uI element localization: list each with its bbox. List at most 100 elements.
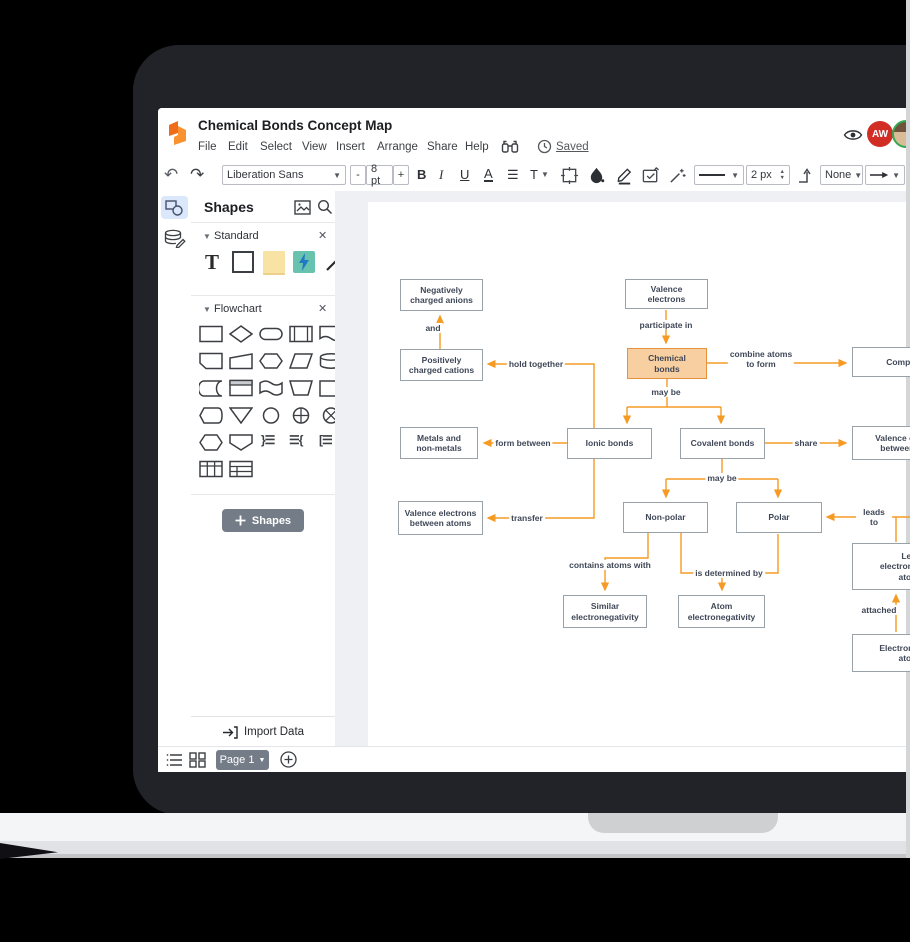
menu-edit[interactable]: Edit bbox=[228, 141, 248, 153]
search-shapes-icon[interactable] bbox=[317, 199, 333, 215]
section-standard[interactable]: ▼ Standard bbox=[203, 230, 259, 242]
node-valence-electrons[interactable]: Valence electrons bbox=[625, 279, 708, 309]
fc-paper-tape-shape[interactable] bbox=[259, 379, 283, 397]
add-page-icon[interactable] bbox=[280, 751, 297, 768]
fc-column-table-shape[interactable] bbox=[199, 460, 223, 478]
image-shapes-icon[interactable] bbox=[294, 200, 311, 215]
section-flowchart[interactable]: ▼ Flowchart bbox=[203, 303, 262, 315]
bold-button[interactable]: B bbox=[417, 167, 426, 182]
fc-terminator-shape[interactable] bbox=[259, 325, 283, 343]
line-end-select[interactable]: ▼ bbox=[865, 165, 905, 185]
font-family-select[interactable]: Liberation Sans ▼ bbox=[222, 165, 346, 185]
fc-internal-storage-shape[interactable] bbox=[229, 379, 253, 397]
node-non-polar[interactable]: Non-polar bbox=[623, 502, 708, 533]
fc-or-junction-shape[interactable] bbox=[289, 406, 313, 424]
node-covalent-bonds[interactable]: Covalent bonds bbox=[680, 428, 765, 459]
edge-label-contains-atoms-with[interactable]: contains atoms with bbox=[567, 560, 653, 570]
fc-off-page-connector-shape[interactable] bbox=[229, 433, 253, 451]
fc-connector-shape[interactable] bbox=[259, 406, 283, 424]
pages-grid-icon[interactable] bbox=[189, 752, 206, 768]
edge-label-leads-to[interactable]: leads to bbox=[856, 507, 892, 527]
node-chemical-bonds[interactable]: Chemical bonds bbox=[627, 348, 707, 379]
line-style-select[interactable]: ▼ bbox=[694, 165, 744, 185]
italic-button[interactable]: I bbox=[439, 167, 443, 183]
stepper-arrows-icon[interactable]: ▲▼ bbox=[780, 169, 785, 181]
presentation-eye-icon[interactable] bbox=[843, 128, 863, 142]
redo-icon[interactable]: ↷ bbox=[190, 166, 204, 183]
close-section-icon[interactable]: ✕ bbox=[318, 302, 327, 315]
fc-brace-right-note-shape[interactable]: }☰ bbox=[261, 433, 274, 447]
line-shape-icon[interactable] bbox=[797, 166, 815, 185]
node-positively-charged-cations[interactable]: Positively charged cations bbox=[400, 349, 483, 381]
menu-share[interactable]: Share bbox=[427, 141, 458, 153]
outline-list-icon[interactable] bbox=[166, 753, 183, 767]
shapes-tool-active[interactable] bbox=[161, 196, 188, 219]
menu-select[interactable]: Select bbox=[260, 141, 292, 153]
text-align-icon[interactable]: ☰ bbox=[507, 168, 519, 181]
node-less-electronegative-atoms[interactable]: Less electronegative atoms bbox=[852, 543, 910, 590]
fc-process-shape[interactable] bbox=[199, 325, 223, 343]
diagram-canvas[interactable]: Negatively charged anions Valence electr… bbox=[335, 191, 910, 746]
edge-label-combine-atoms-to-form[interactable]: combine atoms to form bbox=[728, 349, 794, 369]
fc-card-shape[interactable] bbox=[199, 352, 223, 370]
fc-manual-operation-shape[interactable] bbox=[289, 379, 313, 397]
page-selector[interactable]: Page 1 ▼ bbox=[216, 750, 269, 770]
edge-label-hold-together[interactable]: hold together bbox=[507, 359, 565, 369]
fc-preparation-shape[interactable] bbox=[259, 352, 283, 370]
fc-manual-input-shape[interactable] bbox=[229, 352, 253, 370]
node-compounds[interactable]: Compounds bbox=[852, 347, 910, 377]
fc-row-table-shape[interactable] bbox=[229, 460, 253, 478]
edge-label-and[interactable]: and bbox=[423, 323, 442, 333]
menu-insert[interactable]: Insert bbox=[336, 141, 365, 153]
node-electronegative-atoms[interactable]: Electronegative atoms bbox=[852, 634, 910, 672]
close-section-icon[interactable]: ✕ bbox=[318, 229, 327, 242]
underline-button[interactable]: U bbox=[460, 167, 469, 182]
fc-decision-shape[interactable] bbox=[229, 325, 253, 343]
fc-hexagon-shape[interactable] bbox=[199, 433, 223, 451]
menu-file[interactable]: File bbox=[198, 141, 217, 153]
edge-label-transfer[interactable]: transfer bbox=[509, 513, 545, 523]
text-style-button[interactable]: T▼ bbox=[530, 167, 549, 182]
fc-extract-shape[interactable] bbox=[229, 406, 253, 424]
edge-label-may-be-1[interactable]: may be bbox=[649, 387, 682, 397]
line-width-stepper[interactable]: 2 px ▲▼ bbox=[746, 165, 790, 185]
fill-color-icon[interactable] bbox=[587, 166, 606, 185]
node-ionic-bonds[interactable]: Ionic bonds bbox=[567, 428, 652, 459]
node-valence-electrons-between-atoms-right[interactable]: Valence electrons between atoms bbox=[852, 426, 910, 460]
edge-label-form-between[interactable]: form between bbox=[493, 438, 552, 448]
undo-icon[interactable]: ↶ bbox=[164, 166, 178, 183]
fc-bracket-note-shape[interactable]: [☰ bbox=[319, 433, 332, 447]
fc-predefined-process-shape[interactable] bbox=[289, 325, 313, 343]
menu-arrange[interactable]: Arrange bbox=[377, 141, 418, 153]
shape-style-note-icon[interactable] bbox=[641, 166, 661, 185]
fc-stored-data-shape[interactable] bbox=[199, 379, 223, 397]
menu-help[interactable]: Help bbox=[465, 141, 489, 153]
edge-label-attached[interactable]: attached bbox=[860, 605, 899, 615]
edge-label-is-determined-by[interactable]: is determined by bbox=[693, 568, 765, 578]
fc-brace-left-note-shape[interactable]: ☰{ bbox=[289, 433, 302, 447]
shape-sticky-note-tool[interactable] bbox=[263, 251, 285, 275]
snap-grid-icon[interactable] bbox=[560, 166, 579, 185]
edge-label-participate-in[interactable]: participate in bbox=[638, 320, 695, 330]
node-similar-electronegativity[interactable]: Similar electronegativity bbox=[563, 595, 647, 628]
fc-data-shape[interactable] bbox=[289, 352, 313, 370]
add-shapes-button[interactable]: Shapes bbox=[222, 509, 304, 532]
font-size-increase-button[interactable]: + bbox=[393, 165, 409, 185]
saved-status[interactable]: Saved bbox=[556, 141, 589, 153]
edge-label-may-be-2[interactable]: may be bbox=[705, 473, 738, 483]
font-size-value[interactable]: 8 pt bbox=[366, 165, 393, 185]
magic-wand-icon[interactable] bbox=[668, 166, 687, 185]
fc-display-shape[interactable] bbox=[199, 406, 223, 424]
shape-lightning-tool[interactable] bbox=[293, 251, 315, 273]
shape-text-tool[interactable]: T bbox=[199, 249, 225, 275]
text-color-button[interactable]: A bbox=[484, 167, 493, 182]
find-binoculars-icon[interactable] bbox=[501, 138, 519, 156]
line-start-select[interactable]: None ▼ bbox=[820, 165, 863, 185]
menu-view[interactable]: View bbox=[302, 141, 327, 153]
node-valence-electrons-between-atoms-left[interactable]: Valence electrons between atoms bbox=[398, 501, 483, 535]
data-linking-icon[interactable] bbox=[164, 229, 186, 248]
edge-label-share[interactable]: share bbox=[793, 438, 820, 448]
node-negatively-charged-anions[interactable]: Negatively charged anions bbox=[400, 279, 483, 311]
import-data-button[interactable]: Import Data bbox=[191, 716, 336, 747]
node-polar[interactable]: Polar bbox=[736, 502, 822, 533]
